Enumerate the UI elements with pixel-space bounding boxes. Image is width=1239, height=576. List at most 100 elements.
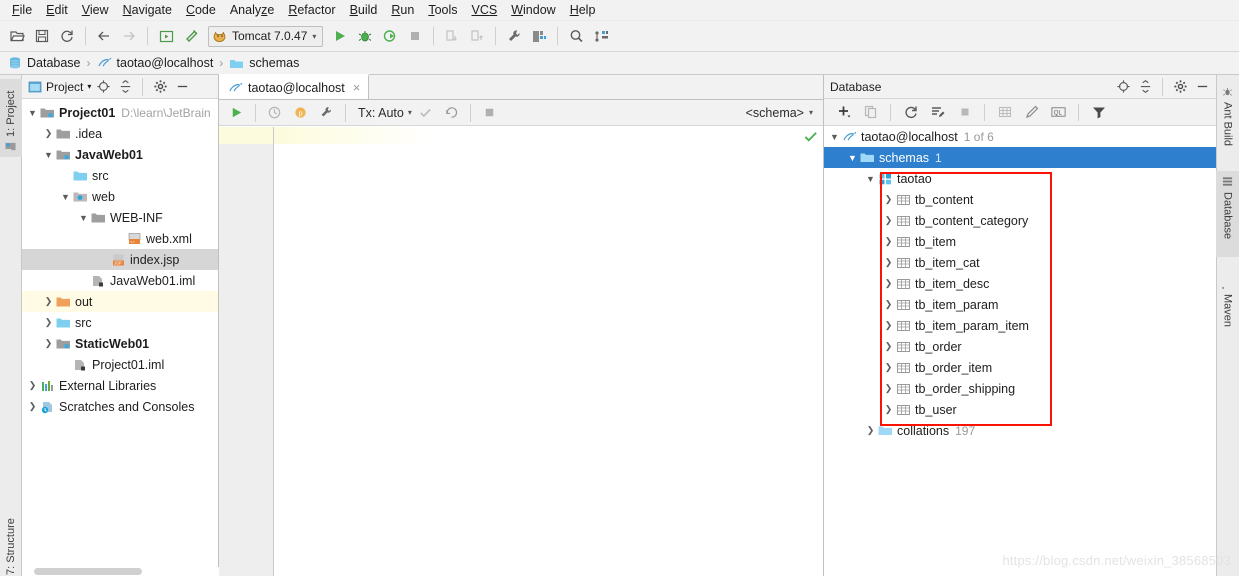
hide-minus-icon[interactable] [1192,77,1212,97]
query-history-icon[interactable] [262,102,287,124]
modify-object-icon[interactable] [1019,101,1044,123]
settings-wrench-icon[interactable] [502,24,526,48]
menu-item-analyze[interactable]: Analyze [223,1,281,19]
chevron-right-icon[interactable]: ❯ [882,257,895,268]
sidebar-item-structure[interactable]: 7: Structure [0,503,22,576]
filter-icon[interactable] [1086,101,1111,123]
breadcrumb-item-schemas[interactable]: schemas [229,56,299,70]
chevron-right-icon[interactable]: ❯ [864,425,877,436]
inspection-ok-icon[interactable] [803,129,818,144]
navigate-back-icon[interactable] [92,24,116,48]
sidebar-item-database[interactable]: Database [1216,171,1239,257]
compile-icon[interactable] [154,24,178,48]
chevron-right-icon[interactable]: ❯ [882,215,895,226]
tree-row-web-inf[interactable]: ▼ WEB-INF [22,207,218,228]
sidebar-item-maven[interactable]: m Maven [1216,273,1239,337]
transaction-mode-label[interactable]: Tx: Auto [352,106,407,120]
menu-item-run[interactable]: Run [384,1,421,19]
tree-row-out[interactable]: ❯ out [22,291,218,312]
chevron-down-icon[interactable]: ▼ [846,153,859,163]
sidebar-item-project[interactable]: 1: Project [0,79,22,157]
db-row-table[interactable]: ❯ tb_item_param [824,294,1216,315]
db-row-datasource[interactable]: ▼ taotao@localhost 1 of 6 [824,126,1216,147]
db-row-table[interactable]: ❯ tb_order_shipping [824,378,1216,399]
run-with-coverage-icon[interactable] [378,24,402,48]
tree-row-index-jsp[interactable]: JSP index.jsp [22,249,218,270]
rollback-icon[interactable] [439,102,464,124]
menu-item-tools[interactable]: Tools [421,1,464,19]
parameters-icon[interactable]: p [288,102,313,124]
db-row-table[interactable]: ❯ tb_content [824,189,1216,210]
chevron-right-icon[interactable]: ❯ [42,128,55,139]
stop-icon[interactable] [403,24,427,48]
execute-query-icon[interactable] [224,102,249,124]
open-project-icon[interactable] [5,24,29,48]
db-row-table[interactable]: ❯ tb_item_cat [824,252,1216,273]
chevron-right-icon[interactable]: ❯ [42,338,55,349]
locate-crosshair-icon[interactable] [93,77,113,97]
menu-item-help[interactable]: Help [563,1,603,19]
chevron-right-icon[interactable]: ❯ [882,362,895,373]
tab-taotao-localhost[interactable]: taotao@localhost × [219,74,370,99]
synchronize-icon[interactable] [55,24,79,48]
chevron-right-icon[interactable]: ❯ [882,383,895,394]
tree-row-src-javaweb[interactable]: src [22,165,218,186]
collapse-all-icon[interactable] [115,77,135,97]
duplicate-icon[interactable] [858,101,883,123]
sidebar-item-ant-build[interactable]: Ant Build [1216,81,1239,155]
jump-to-console-icon[interactable] [925,101,950,123]
db-row-collations[interactable]: ❯ collations 197 [824,420,1216,441]
chevron-down-icon[interactable]: ▼ [828,132,841,142]
chevron-right-icon[interactable]: ❯ [26,401,39,412]
menu-item-build[interactable]: Build [343,1,385,19]
tree-row-staticweb01[interactable]: ❯ StaticWeb01 [22,333,218,354]
synchronize-icon[interactable] [898,101,923,123]
locate-crosshair-icon[interactable] [1113,77,1133,97]
chevron-right-icon[interactable]: ❯ [882,278,895,289]
run-icon[interactable] [328,24,352,48]
db-row-table[interactable]: ❯ tb_content_category [824,210,1216,231]
breadcrumb-item-datasource[interactable]: taotao@localhost [97,56,213,70]
chevron-right-icon[interactable]: ❯ [882,194,895,205]
menu-item-code[interactable]: Code [179,1,223,19]
menu-item-view[interactable]: View [75,1,116,19]
chevron-right-icon[interactable]: ❯ [882,404,895,415]
chevron-down-icon[interactable]: ▼ [59,192,72,202]
chevron-down-icon[interactable]: ▼ [26,108,39,118]
gear-icon[interactable] [150,77,170,97]
vcs-operations-icon[interactable] [589,24,613,48]
sql-console[interactable] [219,127,823,576]
save-all-icon[interactable] [30,24,54,48]
chevron-down-icon[interactable]: ▾ [408,108,412,117]
db-row-table[interactable]: ❯ tb_user [824,399,1216,420]
schema-selector[interactable]: <schema> ▾ [746,106,817,120]
db-row-table[interactable]: ❯ tb_item_param_item [824,315,1216,336]
chevron-down-icon[interactable]: ▼ [42,150,55,160]
db-row-table[interactable]: ❯ tb_order [824,336,1216,357]
tree-row-web[interactable]: ▼ web [22,186,218,207]
code-text-area[interactable] [274,127,823,576]
open-table-editor-icon[interactable] [992,101,1017,123]
run-configuration-selector[interactable]: Tomcat 7.0.47 ▾ [208,25,324,47]
tree-row-project01-iml[interactable]: Project01.iml [22,354,218,375]
close-icon[interactable]: × [353,80,361,95]
open-query-console-icon[interactable]: QL [1046,101,1071,123]
menu-item-refactor[interactable]: Refactor [281,1,342,19]
db-row-table[interactable]: ❯ tb_order_item [824,357,1216,378]
project-horizontal-scrollbar[interactable] [22,567,219,576]
navigate-forward-icon[interactable] [117,24,141,48]
chevron-right-icon[interactable]: ❯ [882,320,895,331]
db-row-schema-taotao[interactable]: ▼ taotao [824,168,1216,189]
tree-row-project01[interactable]: ▼ Project01 D:\learn\JetBrain [22,102,218,123]
add-new-data-source-icon[interactable] [831,101,856,123]
chevron-down-icon[interactable]: ▼ [864,174,877,184]
project-structure-icon[interactable] [527,24,551,48]
search-icon[interactable] [564,24,588,48]
db-row-table[interactable]: ❯ tb_item_desc [824,273,1216,294]
chevron-down-icon[interactable]: ▼ [77,213,90,223]
chevron-right-icon[interactable]: ❯ [42,317,55,328]
update-application-icon[interactable] [440,24,464,48]
tree-row-scratches-consoles[interactable]: ❯ Scratches and Consoles [22,396,218,417]
menu-item-file[interactable]: FFileile [5,1,39,19]
commit-icon[interactable] [413,102,438,124]
